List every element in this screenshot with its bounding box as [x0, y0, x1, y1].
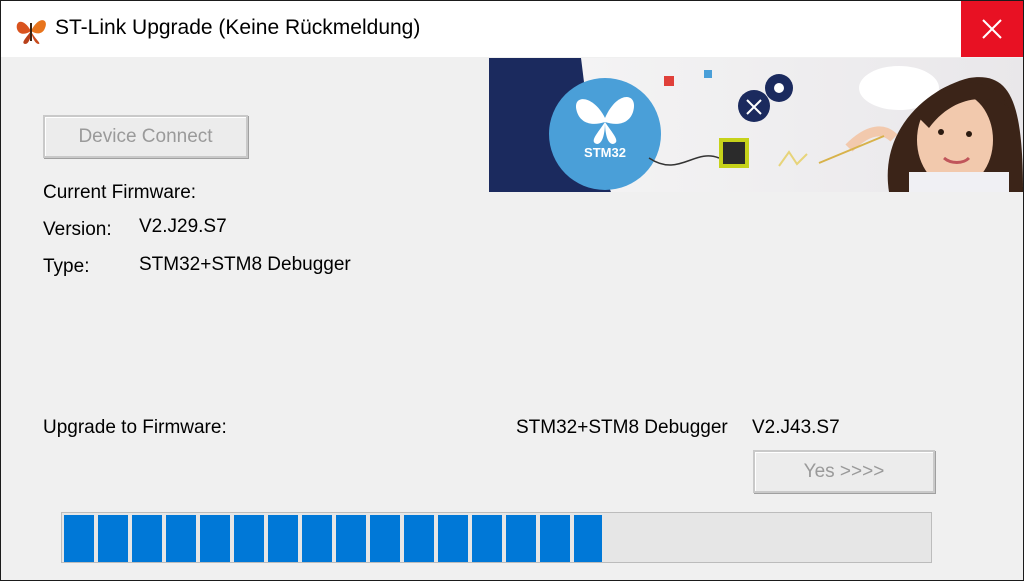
progress-fill: [64, 515, 602, 562]
progress-segment: [132, 515, 162, 562]
current-firmware-label: Current Firmware:: [43, 182, 197, 203]
progress-segment: [234, 515, 264, 562]
progress-segment: [336, 515, 366, 562]
progress-segment: [404, 515, 434, 562]
upgrade-version-value: V2.J43.S7: [752, 417, 840, 438]
upgrade-window: ST-Link Upgrade (Keine Rückmeldung) Devi…: [0, 0, 1024, 581]
device-connect-button[interactable]: Device Connect: [43, 115, 248, 158]
progress-segment: [370, 515, 400, 562]
progress-segment: [540, 515, 570, 562]
upgrade-type-value: STM32+STM8 Debugger: [516, 417, 728, 438]
butterfly-icon: [13, 11, 49, 47]
progress-segment: [200, 515, 230, 562]
version-label: Version:: [43, 219, 112, 240]
close-button[interactable]: [961, 1, 1023, 57]
type-value: STM32+STM8 Debugger: [139, 254, 351, 275]
progress-segment: [506, 515, 536, 562]
upgrade-progress-bar: [61, 512, 932, 563]
yes-button[interactable]: Yes >>>>: [753, 450, 935, 493]
progress-segment: [472, 515, 502, 562]
progress-segment: [438, 515, 468, 562]
version-value: V2.J29.S7: [139, 216, 227, 237]
progress-segment: [98, 515, 128, 562]
stm32-banner: STM32: [489, 58, 1023, 192]
progress-segment: [166, 515, 196, 562]
progress-segment: [268, 515, 298, 562]
progress-segment: [302, 515, 332, 562]
upgrade-to-firmware-label: Upgrade to Firmware:: [43, 417, 227, 438]
close-icon: [982, 19, 1002, 39]
progress-segment: [574, 515, 602, 562]
stm32-logo-text: STM32: [584, 145, 626, 160]
title-bar[interactable]: ST-Link Upgrade (Keine Rückmeldung): [1, 1, 1023, 57]
window-title: ST-Link Upgrade (Keine Rückmeldung): [55, 16, 421, 39]
progress-segment: [64, 515, 94, 562]
type-label: Type:: [43, 256, 90, 277]
